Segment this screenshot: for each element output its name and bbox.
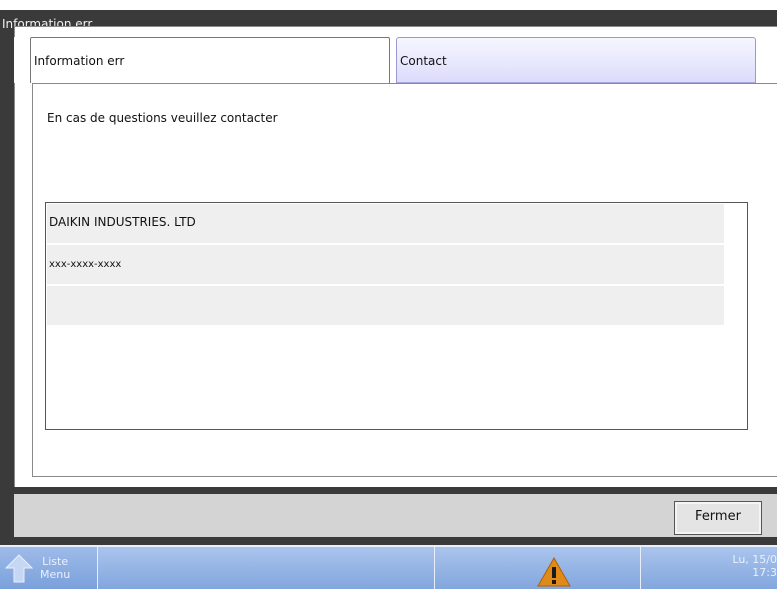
warning-icon[interactable] xyxy=(537,556,571,591)
menu-label-line-2: Menu xyxy=(40,568,71,581)
dialog-footer xyxy=(14,494,777,537)
clock-display: Lu, 15/0 17:3 xyxy=(732,553,777,579)
taskbar-divider xyxy=(434,547,435,589)
tab-information-err[interactable]: Information err xyxy=(30,37,390,83)
contact-intro-text: En cas de questions veuillez contacter xyxy=(47,111,278,125)
tab-contact[interactable]: Contact xyxy=(396,37,756,83)
tab-bar: Information err Contact xyxy=(14,37,777,83)
contact-row-empty xyxy=(47,286,724,325)
taskbar-divider xyxy=(640,547,641,589)
up-arrow-icon xyxy=(4,553,34,587)
menu-label-line-1: Liste xyxy=(42,555,69,568)
time-text: 17:3 xyxy=(752,566,777,579)
menu-label: Liste Menu xyxy=(40,555,70,581)
menu-list-button[interactable]: Liste Menu xyxy=(0,547,98,589)
taskbar: Liste Menu Lu, 15/0 17:3 xyxy=(0,545,777,589)
screen-top-edge xyxy=(0,0,777,10)
contact-list: DAIKIN INDUSTRIES. LTD xxx-xxxx-xxxx xyxy=(45,202,748,430)
contact-row-phone: xxx-xxxx-xxxx xyxy=(47,245,724,284)
contact-row-company: DAIKIN INDUSTRIES. LTD xyxy=(47,204,724,243)
date-text: Lu, 15/0 xyxy=(732,553,777,566)
close-button[interactable]: Fermer xyxy=(674,501,762,535)
